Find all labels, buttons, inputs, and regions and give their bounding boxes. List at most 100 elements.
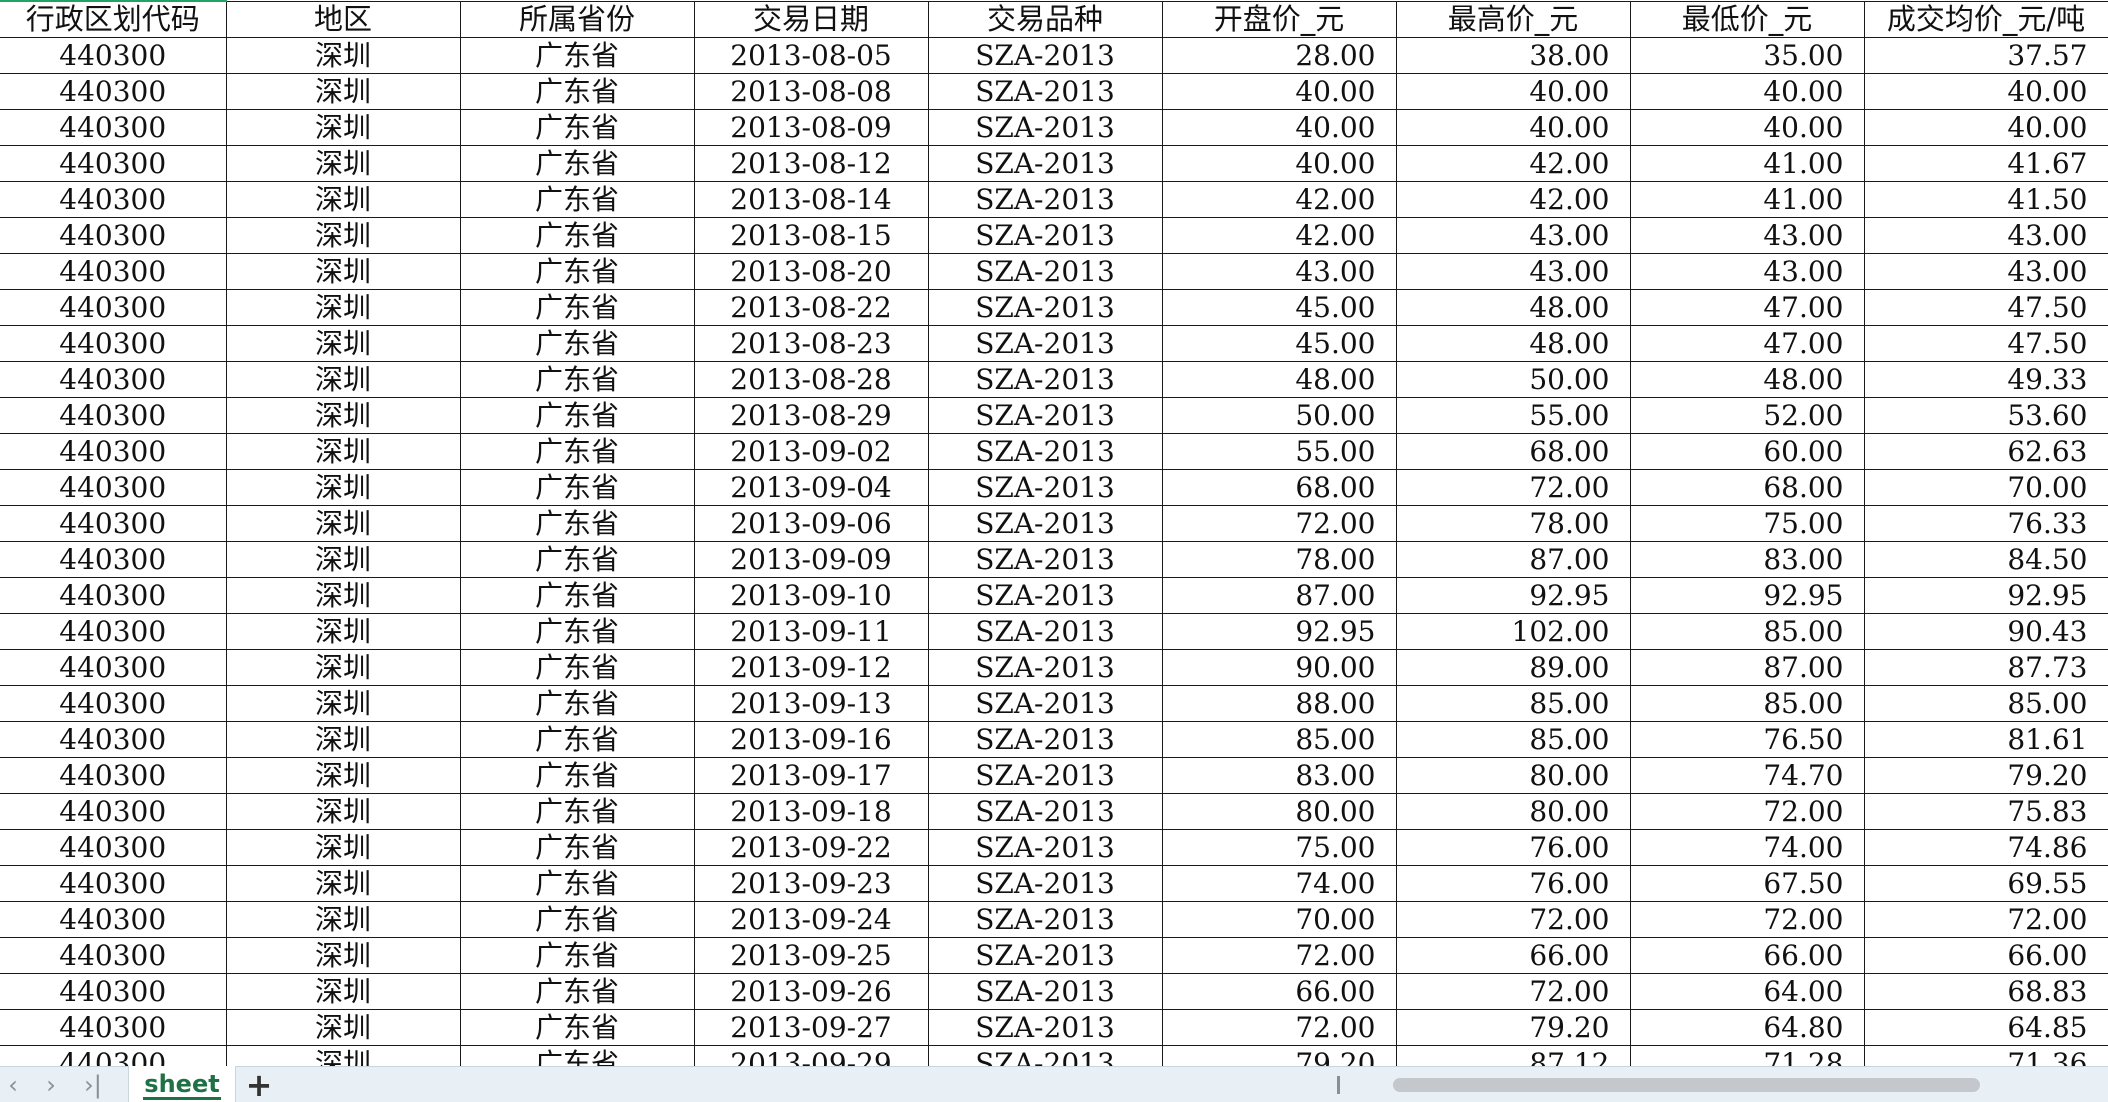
table-cell[interactable]: SZA-2013 (928, 433, 1163, 470)
table-cell[interactable]: 47.50 (1864, 325, 2108, 362)
table-cell[interactable]: 440300 (0, 361, 227, 398)
table-cell[interactable]: 64.00 (1630, 973, 1865, 1010)
table-cell[interactable]: 广东省 (460, 685, 695, 722)
table-cell[interactable]: 62.63 (1864, 433, 2108, 470)
table-cell[interactable]: 广东省 (460, 541, 695, 578)
table-cell[interactable]: 2013-08-08 (694, 73, 929, 110)
table-cell[interactable]: 440300 (0, 757, 227, 794)
table-cell[interactable]: 广东省 (460, 433, 695, 470)
table-cell[interactable]: 深圳 (226, 397, 461, 434)
table-cell[interactable]: 440300 (0, 937, 227, 974)
table-cell[interactable]: SZA-2013 (928, 37, 1163, 74)
table-cell[interactable]: 68.00 (1162, 469, 1397, 506)
table-cell[interactable]: 深圳 (226, 793, 461, 830)
table-cell[interactable]: 440300 (0, 577, 227, 614)
table-cell[interactable]: 102.00 (1396, 613, 1631, 650)
table-cell[interactable]: 87.00 (1162, 577, 1397, 614)
table-cell[interactable]: 85.00 (1630, 613, 1865, 650)
table-cell[interactable]: 72.00 (1396, 973, 1631, 1010)
table-cell[interactable]: 广东省 (460, 1045, 695, 1066)
table-cell[interactable]: 深圳 (226, 1045, 461, 1066)
table-cell[interactable]: 2013-09-11 (694, 613, 929, 650)
table-cell[interactable]: 66.00 (1162, 973, 1397, 1010)
table-cell[interactable]: 50.00 (1162, 397, 1397, 434)
table-cell[interactable]: SZA-2013 (928, 145, 1163, 182)
table-cell[interactable]: 43.00 (1162, 253, 1397, 290)
table-cell[interactable]: 2013-09-25 (694, 937, 929, 974)
table-cell[interactable]: 74.86 (1864, 829, 2108, 866)
table-cell[interactable]: 85.00 (1630, 685, 1865, 722)
table-cell[interactable]: SZA-2013 (928, 109, 1163, 146)
table-cell[interactable]: 广东省 (460, 181, 695, 218)
table-cell[interactable]: 2013-08-20 (694, 253, 929, 290)
table-cell[interactable]: 2013-09-16 (694, 721, 929, 758)
chevron-right-icon[interactable]: › (38, 1071, 64, 1099)
table-cell[interactable]: 83.00 (1162, 757, 1397, 794)
table-cell[interactable]: 72.00 (1396, 901, 1631, 938)
table-cell[interactable]: 2013-09-02 (694, 433, 929, 470)
table-cell[interactable]: SZA-2013 (928, 829, 1163, 866)
table-cell[interactable]: 广东省 (460, 721, 695, 758)
table-cell[interactable]: 48.00 (1396, 289, 1631, 326)
table-cell[interactable]: 78.00 (1162, 541, 1397, 578)
table-cell[interactable]: SZA-2013 (928, 181, 1163, 218)
table-cell[interactable]: 广东省 (460, 253, 695, 290)
table-cell[interactable]: 440300 (0, 649, 227, 686)
table-cell[interactable]: 71.36 (1864, 1045, 2108, 1066)
table-cell[interactable]: 广东省 (460, 901, 695, 938)
table-cell[interactable]: 76.00 (1396, 865, 1631, 902)
table-cell[interactable]: 43.00 (1630, 217, 1865, 254)
column-header[interactable]: 交易品种 (928, 0, 1163, 38)
table-cell[interactable]: 43.00 (1864, 217, 2108, 254)
table-cell[interactable]: 440300 (0, 793, 227, 830)
table-cell[interactable]: 2013-09-12 (694, 649, 929, 686)
table-cell[interactable]: 深圳 (226, 361, 461, 398)
table-cell[interactable]: 72.00 (1630, 793, 1865, 830)
column-header[interactable]: 所属省份 (460, 0, 695, 38)
table-cell[interactable]: 40.00 (1864, 109, 2108, 146)
table-cell[interactable]: 2013-09-10 (694, 577, 929, 614)
table-cell[interactable]: SZA-2013 (928, 217, 1163, 254)
table-cell[interactable]: 55.00 (1162, 433, 1397, 470)
table-cell[interactable]: 深圳 (226, 577, 461, 614)
table-cell[interactable]: 49.33 (1864, 361, 2108, 398)
table-cell[interactable]: 43.00 (1396, 253, 1631, 290)
table-cell[interactable]: 85.00 (1162, 721, 1397, 758)
table-cell[interactable]: SZA-2013 (928, 397, 1163, 434)
tab-scroll-splitter[interactable] (1337, 1076, 1340, 1094)
table-cell[interactable]: 深圳 (226, 325, 461, 362)
table-cell[interactable]: SZA-2013 (928, 613, 1163, 650)
table-cell[interactable]: 2013-08-05 (694, 37, 929, 74)
table-cell[interactable]: 2013-09-09 (694, 541, 929, 578)
table-cell[interactable]: 76.50 (1630, 721, 1865, 758)
table-cell[interactable]: SZA-2013 (928, 541, 1163, 578)
table-cell[interactable]: 74.00 (1630, 829, 1865, 866)
table-cell[interactable]: SZA-2013 (928, 865, 1163, 902)
column-header[interactable]: 开盘价_元 (1162, 0, 1397, 38)
table-cell[interactable]: 440300 (0, 397, 227, 434)
table-cell[interactable]: 深圳 (226, 613, 461, 650)
table-cell[interactable]: 440300 (0, 181, 227, 218)
table-cell[interactable]: 47.50 (1864, 289, 2108, 326)
table-cell[interactable]: 74.70 (1630, 757, 1865, 794)
table-cell[interactable]: 40.00 (1162, 73, 1397, 110)
table-cell[interactable]: 43.00 (1630, 253, 1865, 290)
table-cell[interactable]: 440300 (0, 685, 227, 722)
table-cell[interactable]: 92.95 (1396, 577, 1631, 614)
table-cell[interactable]: 68.00 (1630, 469, 1865, 506)
table-cell[interactable]: 440300 (0, 541, 227, 578)
table-cell[interactable]: 2013-08-23 (694, 325, 929, 362)
table-cell[interactable]: 深圳 (226, 865, 461, 902)
table-cell[interactable]: 43.00 (1396, 217, 1631, 254)
table-cell[interactable]: SZA-2013 (928, 685, 1163, 722)
table-cell[interactable]: 88.00 (1162, 685, 1397, 722)
table-cell[interactable]: 广东省 (460, 361, 695, 398)
table-cell[interactable]: 2013-09-29 (694, 1045, 929, 1066)
table-cell[interactable]: 48.00 (1396, 325, 1631, 362)
table-cell[interactable]: 45.00 (1162, 325, 1397, 362)
table-cell[interactable]: 89.00 (1396, 649, 1631, 686)
table-cell[interactable]: 广东省 (460, 469, 695, 506)
table-cell[interactable]: 41.50 (1864, 181, 2108, 218)
table-cell[interactable]: 深圳 (226, 649, 461, 686)
table-cell[interactable]: 深圳 (226, 541, 461, 578)
